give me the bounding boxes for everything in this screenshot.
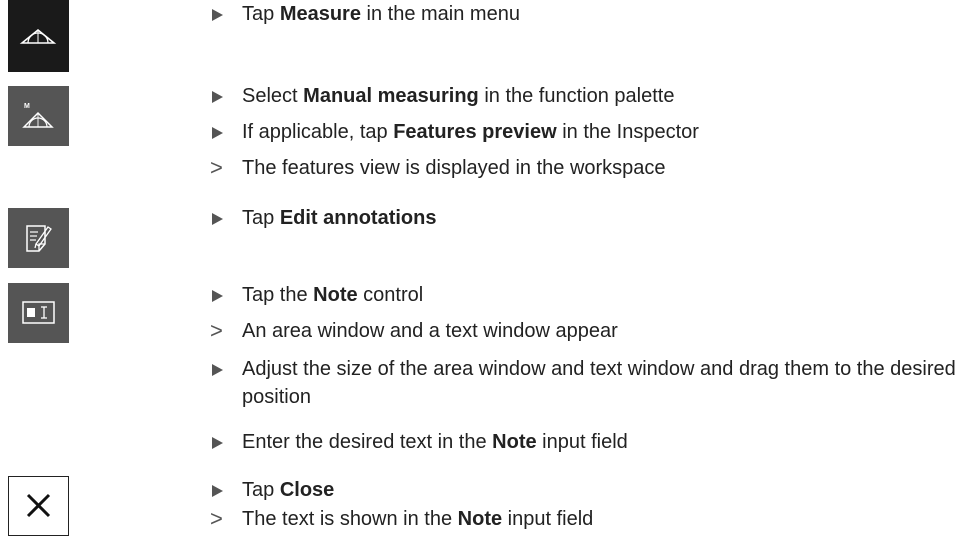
manual-measuring-icon: M xyxy=(8,86,69,146)
step-item: > The features view is displayed in the w… xyxy=(206,154,961,182)
step-text-segment: Adjust the size of the area window and t… xyxy=(242,358,956,408)
step-text: Enter the desired text in the Note input… xyxy=(242,428,961,456)
step-text-segment: in the function palette xyxy=(478,85,675,107)
close-icon xyxy=(26,493,51,518)
ui-term: Note xyxy=(492,431,537,453)
ui-term: Manual measuring xyxy=(303,85,479,107)
step-text: The text is shown in the Note input fiel… xyxy=(242,505,961,533)
step-text-segment: in the Inspector xyxy=(556,121,699,143)
step-item: > The text is shown in the Note input fie… xyxy=(206,505,961,533)
step-text: Adjust the size of the area window and t… xyxy=(242,355,961,411)
step-text-segment: Enter the desired text in the xyxy=(242,431,493,453)
step-text-segment: Select xyxy=(242,85,304,107)
note-control-icon xyxy=(8,283,69,343)
manual-measuring-icon-bg xyxy=(8,86,69,146)
step-item: Tap Close xyxy=(206,476,961,504)
step-item: > An area window and a text window appear xyxy=(206,317,961,345)
ui-term: Features preview xyxy=(393,121,557,143)
result-marker: > xyxy=(210,506,223,531)
step-text: Tap Measure in the main menu xyxy=(242,0,961,28)
ui-term: Note xyxy=(313,284,358,306)
step-text-segment: Tap xyxy=(242,207,280,229)
step-item: Enter the desired text in the Note input… xyxy=(206,428,961,456)
step-text-segment: The features view is displayed in the wo… xyxy=(242,157,666,179)
step-text-segment: Tap the xyxy=(242,284,314,306)
close-button[interactable] xyxy=(8,476,69,536)
ui-term: Close xyxy=(279,479,335,501)
step-item: Tap the Note control xyxy=(206,281,961,309)
step-text: Tap Close xyxy=(242,476,961,504)
measure-icon xyxy=(8,0,69,72)
note-control-button[interactable] xyxy=(8,283,69,343)
ui-term: Measure xyxy=(279,3,361,25)
note-control-icon-bg xyxy=(8,283,69,343)
step-item: If applicable, tap Features preview in t… xyxy=(206,118,961,146)
measure-button[interactable] xyxy=(8,0,69,72)
step-text-segment: An area window and a text window appear xyxy=(242,320,618,342)
step-item: Select Manual measuring in the function … xyxy=(206,82,961,110)
edit-annotations-icon-bg xyxy=(8,208,69,268)
result-marker: > xyxy=(210,155,223,180)
step-item: Tap Measure in the main menu xyxy=(206,0,961,28)
step-text: An area window and a text window appear xyxy=(242,317,961,345)
step-text-segment: The text is shown in the xyxy=(242,508,458,530)
step-text-segment: Tap xyxy=(242,479,280,501)
step-text-segment: input field xyxy=(502,508,594,530)
step-text: The features view is displayed in the wo… xyxy=(242,154,961,182)
manual-measuring-icon-label: M xyxy=(24,103,30,110)
edit-annotations-button[interactable] xyxy=(8,208,69,268)
edit-annotations-icon xyxy=(8,208,69,268)
result-marker: > xyxy=(210,318,223,343)
step-item: Adjust the size of the area window and t… xyxy=(206,355,961,411)
step-text-segment: input field xyxy=(536,431,628,453)
step-text-segment: If applicable, tap xyxy=(242,121,394,143)
ui-term: Edit annotations xyxy=(279,207,437,229)
ui-term: Note xyxy=(457,508,503,530)
step-text: If applicable, tap Features preview in t… xyxy=(242,118,961,146)
step-text-segment: Tap xyxy=(242,3,280,25)
step-item: Tap Edit annotations xyxy=(206,204,961,232)
step-text-segment: in the main menu xyxy=(360,3,520,25)
manual-measuring-button[interactable]: M xyxy=(8,86,69,146)
step-text-segment: control xyxy=(357,284,424,306)
step-text: Tap Edit annotations xyxy=(242,204,961,232)
step-text: Tap the Note control xyxy=(242,281,961,309)
step-text: Select Manual measuring in the function … xyxy=(242,82,961,110)
